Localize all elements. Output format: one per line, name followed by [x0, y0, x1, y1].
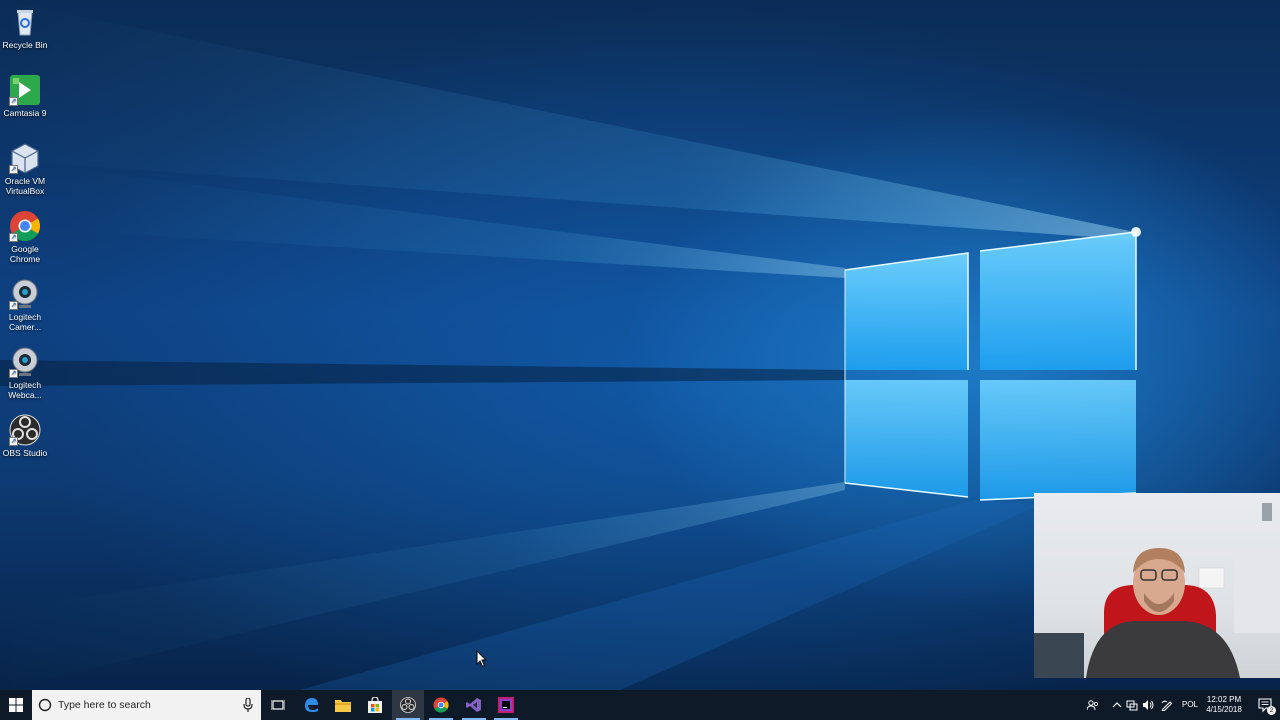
taskbar-file-explorer[interactable] [327, 690, 359, 720]
desktop-icon-label: Recycle Bin [2, 40, 48, 50]
desktop-icon-logitech-camera[interactable]: ↗ Logitech Camer... [0, 278, 50, 332]
network-icon[interactable] [1126, 699, 1138, 711]
notification-icon [1258, 698, 1272, 713]
webcam-person-image [1034, 503, 1280, 678]
action-center-button[interactable]: 2 [1250, 690, 1280, 720]
volume-icon[interactable] [1142, 699, 1154, 711]
obs-icon: ↗ [9, 414, 41, 446]
desktop-icon-label: Google Chrome [9, 244, 41, 264]
visual-studio-icon [466, 698, 481, 712]
clock-date: 4/15/2018 [1206, 705, 1242, 714]
desktop-icon-virtualbox[interactable]: ↗ Oracle VM VirtualBox [0, 142, 50, 196]
taskbar: Type here to search POL 12:02 PM 4/15/20… [0, 690, 1280, 720]
shortcut-arrow-icon: ↗ [9, 233, 18, 242]
shortcut-arrow-icon: ↗ [9, 301, 18, 310]
store-icon [368, 697, 382, 713]
logitech-camera-icon: ↗ [9, 278, 41, 310]
recycle-bin-icon [9, 6, 41, 38]
desktop-icon-recycle-bin[interactable]: Recycle Bin [0, 6, 50, 50]
taskbar-edge[interactable] [295, 690, 327, 720]
mouse-cursor-icon [476, 649, 488, 673]
taskbar-obs[interactable] [392, 690, 424, 720]
desktop-icon-label: Oracle VM VirtualBox [4, 176, 46, 196]
desktop-icon-camtasia[interactable]: ↗ Camtasia 9 [0, 74, 50, 118]
notification-count-badge: 2 [1267, 706, 1276, 715]
microphone-icon[interactable] [243, 698, 253, 712]
obs-icon [400, 697, 416, 713]
desktop-icon-label: Camtasia 9 [3, 108, 47, 118]
taskbar-clock[interactable]: 12:02 PM 4/15/2018 [1200, 695, 1248, 715]
windows-logo-icon [9, 698, 23, 712]
desktop-icon-logitech-webcam[interactable]: ↗ Logitech Webca... [0, 346, 50, 400]
desktop[interactable]: Recycle Bin ↗ Camtasia 9 ↗ Oracle VM Vir… [0, 0, 1280, 690]
shortcut-arrow-icon: ↗ [9, 369, 18, 378]
webcam-overlay [1034, 493, 1280, 678]
chrome-icon: ↗ [9, 210, 41, 242]
taskbar-rider[interactable] [490, 690, 522, 720]
folder-icon [335, 700, 351, 712]
taskbar-visual-studio[interactable] [458, 690, 490, 720]
desktop-icon-chrome[interactable]: ↗ Google Chrome [0, 210, 50, 264]
pen-workspace-icon[interactable] [1161, 699, 1173, 711]
search-placeholder: Type here to search [58, 699, 151, 711]
people-icon[interactable] [1087, 699, 1099, 711]
start-button[interactable] [0, 690, 32, 720]
desktop-icon-obs[interactable]: ↗ OBS Studio [0, 414, 50, 458]
shortcut-arrow-icon: ↗ [9, 437, 18, 446]
clock-time: 12:02 PM [1206, 695, 1242, 704]
desktop-icon-label: Logitech Webca... [8, 380, 42, 400]
virtualbox-icon: ↗ [9, 142, 41, 174]
camtasia-icon: ↗ [9, 74, 41, 106]
desktop-icon-label: OBS Studio [2, 448, 48, 458]
chrome-icon [433, 697, 449, 713]
task-view-icon [271, 700, 285, 710]
logitech-webcam-icon: ↗ [9, 346, 41, 378]
shortcut-arrow-icon: ↗ [9, 97, 18, 106]
edge-icon [305, 698, 318, 712]
taskbar-store[interactable] [359, 690, 391, 720]
taskbar-search-box[interactable]: Type here to search [32, 690, 261, 720]
search-icon [38, 698, 52, 712]
taskbar-chrome[interactable] [425, 690, 457, 720]
shortcut-arrow-icon: ↗ [9, 165, 18, 174]
desktop-icon-label: Logitech Camer... [8, 312, 42, 332]
input-language-indicator[interactable]: POL [1182, 700, 1198, 709]
task-view-button[interactable] [262, 690, 294, 720]
chevron-up-icon[interactable] [1111, 699, 1123, 711]
rider-icon [498, 697, 514, 713]
